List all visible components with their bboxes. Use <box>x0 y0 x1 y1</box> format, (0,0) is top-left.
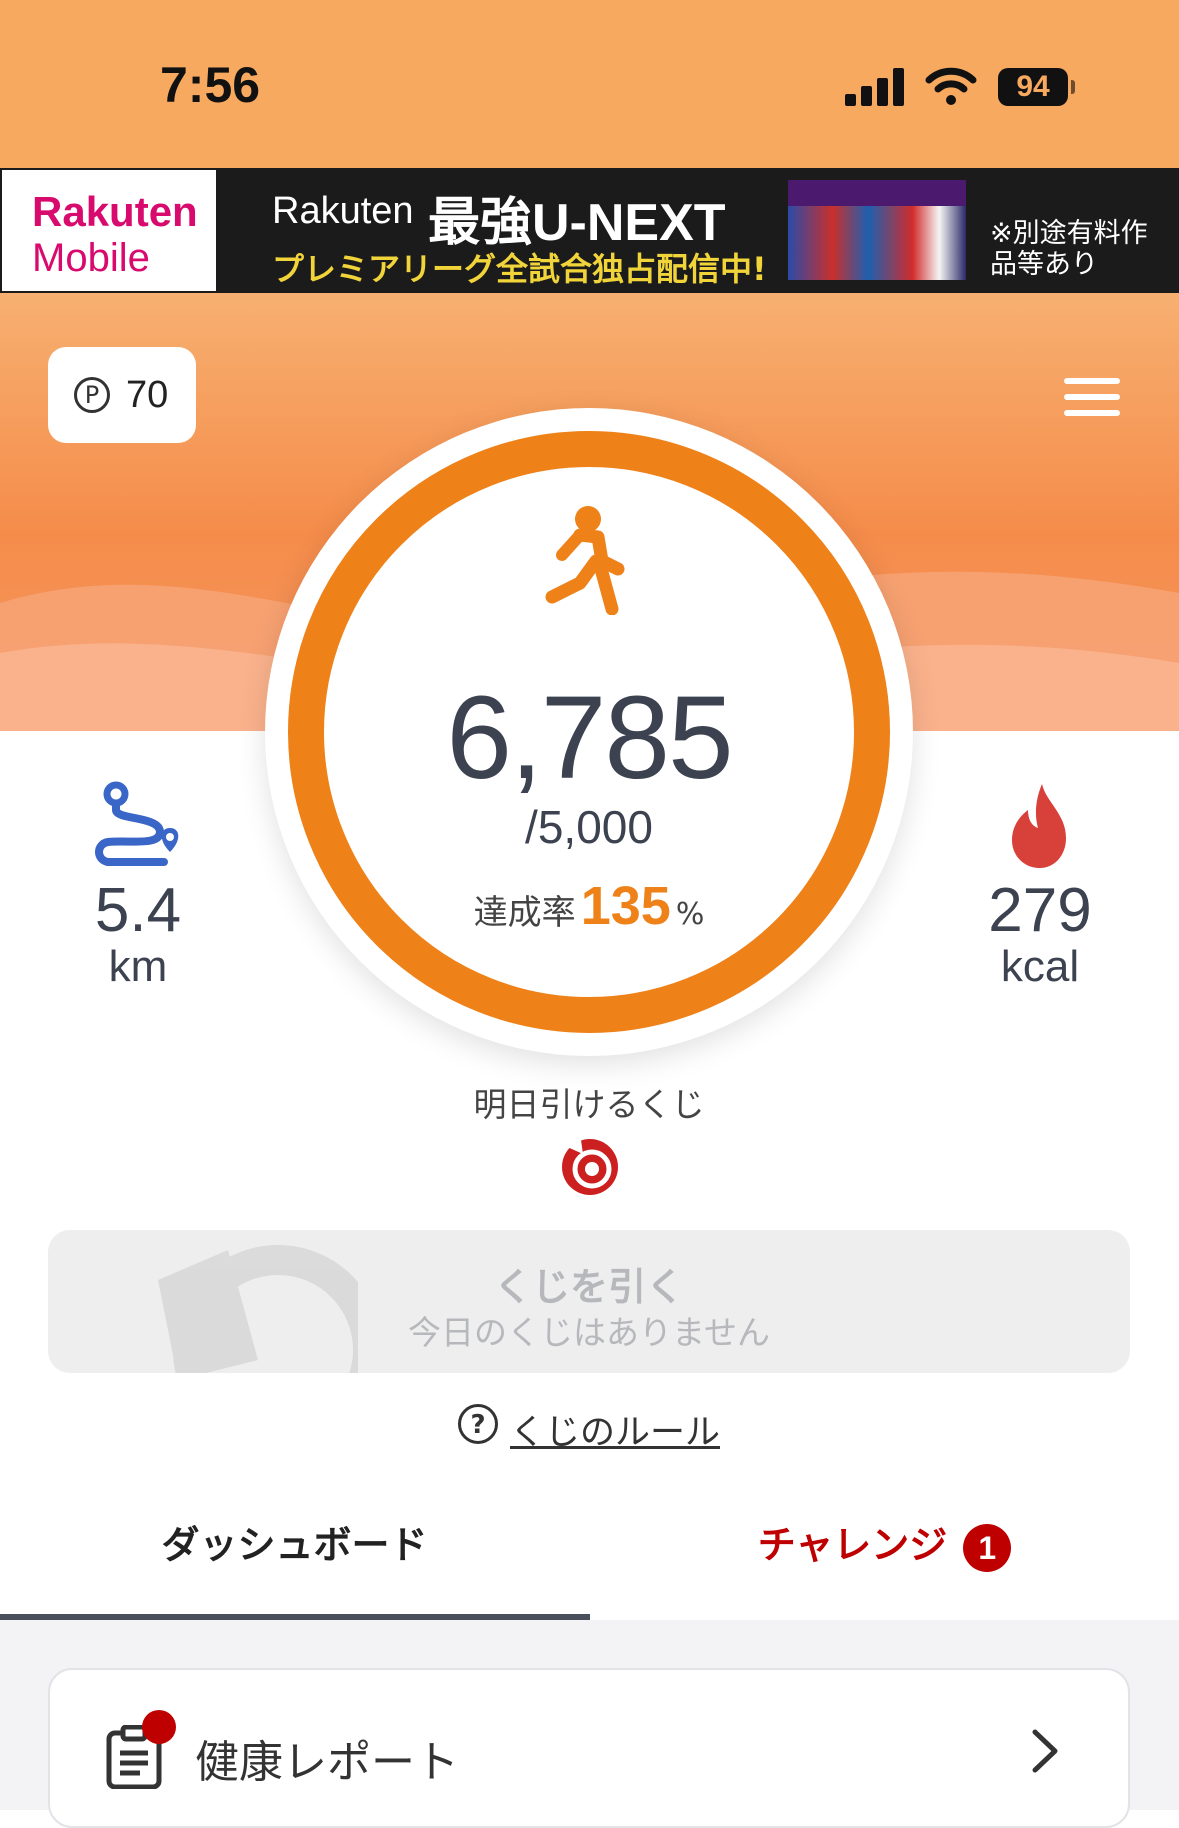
flame-icon <box>1012 784 1066 868</box>
ad-banner[interactable]: Rakuten Mobile Rakuten 最強U-NEXT プレミアリーグ全… <box>0 168 1179 293</box>
distance-unit: km <box>108 942 168 991</box>
lottery-rules-label: くじのルール <box>510 1413 721 1453</box>
ad-players-image <box>788 180 966 280</box>
calories-stat: 279 kcal <box>940 780 1140 992</box>
achievement-rate: 達成率 135 % <box>389 875 789 937</box>
route-icon <box>95 781 179 866</box>
step-goal: /5,000 <box>525 801 653 853</box>
cellular-signal-icon <box>845 68 905 106</box>
distance-stat: 5.4 km <box>38 780 238 992</box>
battery-indicator: 94 <box>998 68 1075 106</box>
tab-challenge[interactable]: チャレンジ 1 <box>590 1490 1179 1615</box>
distance-value: 5.4 <box>94 876 182 945</box>
points-value: 70 <box>126 374 169 416</box>
rate-unit: % <box>675 897 705 932</box>
tomorrow-lottery-title: 明日引けるくじ <box>473 1085 705 1124</box>
step-count: 6,785 <box>446 672 733 804</box>
tab-bar: ダッシュボード チャレンジ 1 <box>0 1490 1179 1620</box>
calories-value: 279 <box>988 876 1092 945</box>
rate-label: 達成率 <box>473 893 576 933</box>
rate-value: 135 <box>580 876 671 936</box>
status-time: 7:56 <box>160 57 261 113</box>
points-badge[interactable]: P 70 <box>48 347 196 443</box>
tab-dashboard[interactable]: ダッシュボード <box>0 1490 589 1615</box>
draw-lottery-subtitle: 今日のくじはありません <box>407 1313 770 1352</box>
draw-lottery-button[interactable]: くじを引く 今日のくじはありません <box>48 1230 1130 1373</box>
notification-dot <box>142 1710 176 1744</box>
tab-challenge-label: チャレンジ <box>757 1523 948 1567</box>
calories-unit: kcal <box>1000 942 1080 991</box>
walking-person-icon <box>545 506 625 615</box>
question-circle-icon: ? <box>458 1404 498 1444</box>
draw-lottery-title: くじを引く <box>493 1265 684 1309</box>
tab-dashboard-label: ダッシュボード <box>161 1523 428 1567</box>
ad-rakuten-text: Rakuten <box>272 190 414 232</box>
status-bar: 7:56 94 <box>0 0 1179 168</box>
health-report-label: 健康レポート <box>195 1737 459 1788</box>
points-icon: P <box>74 377 110 413</box>
challenge-count-badge: 1 <box>963 1523 1012 1572</box>
hamburger-menu-icon[interactable] <box>1064 378 1120 416</box>
ad-subtitle: プレミアリーグ全試合独占配信中! <box>272 250 767 288</box>
ad-note: ※別途有料作品等あり <box>990 218 1148 280</box>
lottery-ticket-icon <box>562 1139 618 1195</box>
health-report-card[interactable]: 健康レポート <box>48 1668 1130 1828</box>
chevron-right-icon <box>1032 1729 1058 1773</box>
wifi-icon <box>925 67 977 105</box>
rakuten-mobile-logo: Rakuten Mobile <box>0 168 218 293</box>
